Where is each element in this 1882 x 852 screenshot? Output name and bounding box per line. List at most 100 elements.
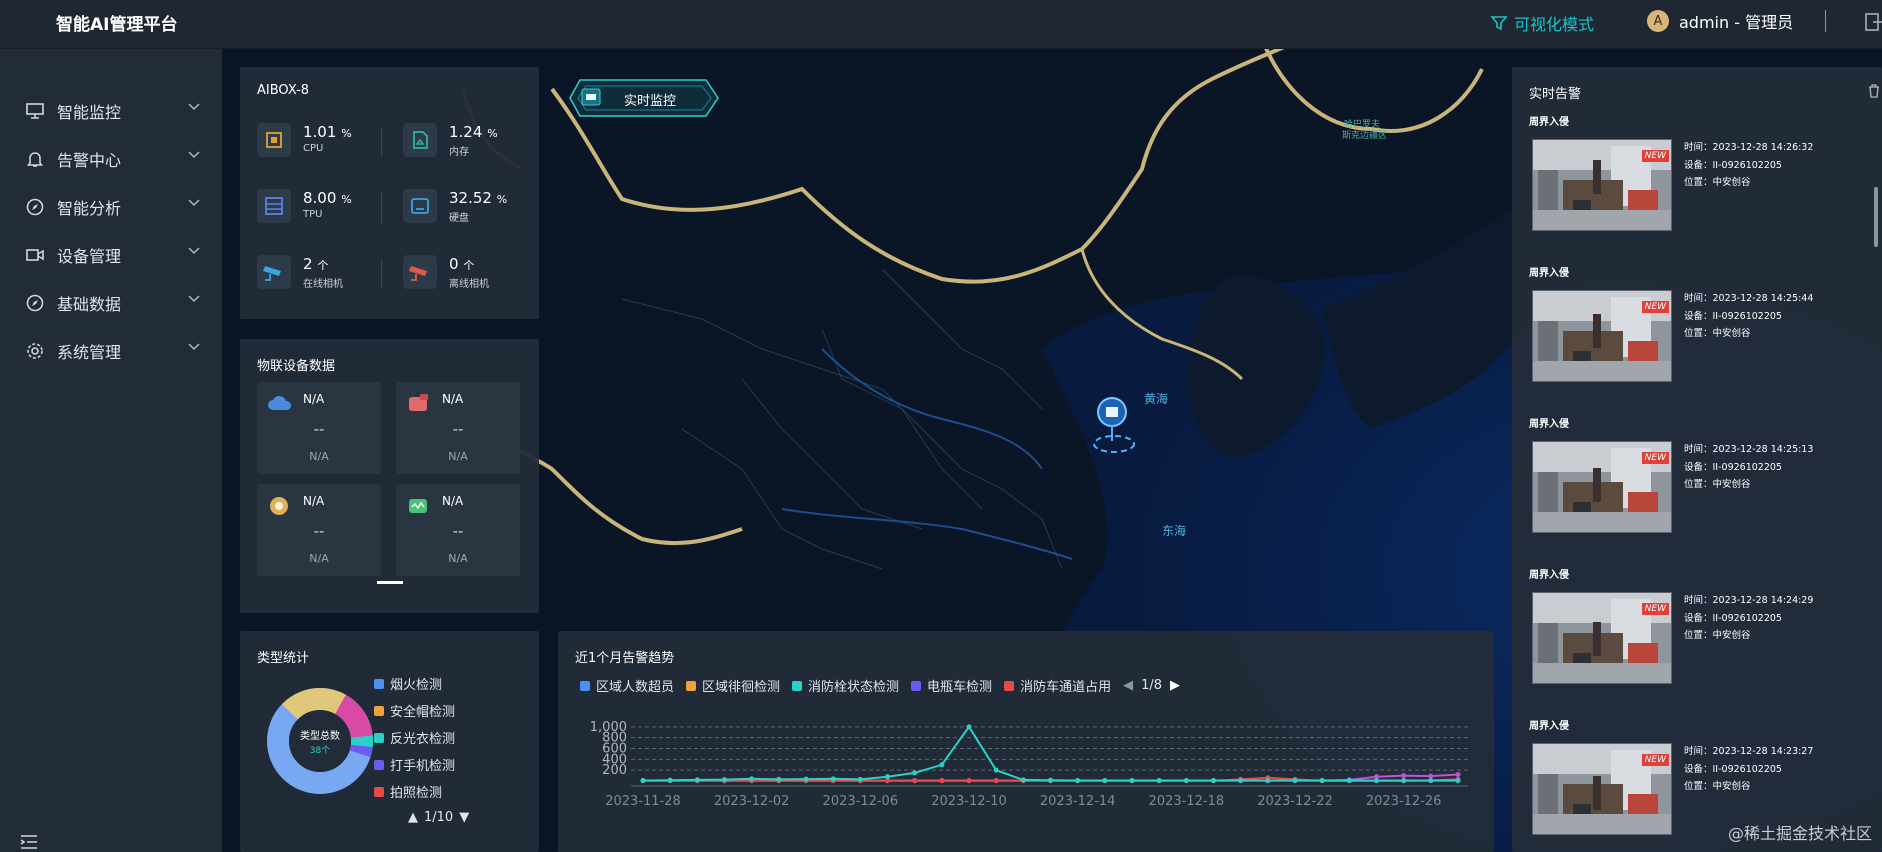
nav-item-alert-center[interactable]: 告警中心: [0, 135, 222, 183]
alert-time: 时间：2023-12-28 14:25:44: [1684, 293, 1814, 304]
type-stats-panel: 类型统计 类型总数 38个 烟火检测 安全帽检测 反光衣检测 打手机检测 拍照检…: [240, 631, 539, 852]
alert-meta: 时间：2023-12-28 14:25:44 设备：II-0926102205 位置…: [1684, 290, 1813, 343]
alert-location: 位置：中安创谷: [1684, 630, 1751, 641]
alert-time: 时间：2023-12-28 14:26:32: [1684, 142, 1814, 153]
panel-title: 近1个月告警趋势: [575, 651, 675, 666]
filter-icon: [1490, 16, 1508, 31]
camera-icon: [25, 245, 45, 265]
legend-item[interactable]: 烟火检测: [374, 670, 455, 697]
iot-card[interactable]: N/A -- N/A: [257, 484, 381, 576]
type-donut-chart[interactable]: 类型总数 38个: [265, 686, 375, 796]
user-menu[interactable]: A admin - 管理员: [1647, 9, 1793, 33]
nav-item-basic-data[interactable]: 基础数据: [0, 279, 222, 327]
disk-icon: [403, 189, 437, 223]
alert-meta: 时间：2023-12-28 14:26:32 设备：II-0926102205 位置…: [1684, 139, 1813, 192]
trash-icon[interactable]: [1868, 84, 1880, 98]
legend-item[interactable]: 消防车通道占用: [1004, 676, 1111, 695]
visual-mode-button[interactable]: 可视化模式: [1490, 11, 1594, 35]
legend-item[interactable]: 区域徘徊检测: [686, 676, 780, 695]
nav-label: 基础数据: [57, 295, 122, 314]
iot-card[interactable]: N/A -- N/A: [396, 382, 520, 474]
new-badge: NEW: [1641, 150, 1669, 162]
nav-label: 设备管理: [57, 247, 122, 266]
iot-card[interactable]: N/A -- N/A: [257, 382, 381, 474]
stat-disk: 32.52 % 硬盘: [403, 189, 507, 224]
data-point: [1129, 777, 1135, 783]
alert-snapshot[interactable]: NEW: [1532, 592, 1672, 684]
monitor-icon: [25, 101, 45, 121]
data-point: [1183, 777, 1189, 783]
y-tick-label: 1,000: [590, 720, 627, 735]
svg-text:斯克边疆区: 斯克边疆区: [1342, 129, 1387, 141]
data-point: [830, 776, 836, 782]
exit-icon[interactable]: [1865, 12, 1882, 32]
data-point: [1374, 777, 1379, 783]
x-tick-label: 2023-11-28: [605, 794, 681, 809]
stat-offline-cameras: 0 个离线相机: [403, 255, 489, 290]
legend-item[interactable]: 区域人数超员: [580, 676, 674, 695]
series-line: [642, 725, 1458, 782]
page-down-icon[interactable]: ▼: [459, 810, 469, 825]
panel-title: 实时告警: [1529, 87, 1582, 102]
data-point: [993, 767, 999, 773]
gauge-icon: [270, 497, 288, 515]
legend-item[interactable]: 安全帽检测: [374, 697, 455, 724]
east-sea-label: 东海: [1162, 523, 1186, 538]
iot-card[interactable]: N/A -- N/A: [396, 484, 520, 576]
alert-type: 周界入侵: [1529, 721, 1569, 732]
legend-item[interactable]: 打手机检测: [374, 751, 455, 778]
type-legend-pager: ▲ 1/10 ▼: [408, 810, 470, 825]
nav-label: 智能分析: [57, 199, 122, 218]
chevron-down-icon: [188, 343, 200, 351]
aibox-panel: AIBOX-8 1.01 % CPU 1.24 % 内存 8.00 % TPU 32.…: [240, 67, 539, 319]
data-point: [1020, 777, 1026, 783]
alert-location: 位置：中安创谷: [1684, 479, 1751, 490]
legend-item[interactable]: 反光衣检测: [374, 724, 455, 751]
alert-snapshot[interactable]: NEW: [1532, 441, 1672, 533]
page-up-icon[interactable]: ▲: [408, 810, 418, 825]
x-tick-label: 2023-12-02: [714, 794, 790, 809]
data-point: [912, 778, 918, 784]
bell-icon: [25, 149, 45, 169]
data-point: [1346, 777, 1352, 783]
nav-item-system-management[interactable]: 系统管理: [0, 327, 222, 375]
gear-icon: [25, 341, 45, 361]
panel-title: 物联设备数据: [257, 359, 336, 374]
data-point: [912, 770, 918, 776]
data-point: [1156, 777, 1162, 783]
data-point: [1455, 772, 1461, 777]
alert-snapshot[interactable]: NEW: [1532, 139, 1672, 231]
data-point: [640, 777, 646, 783]
trend-line-chart[interactable]: 2004006008001,0002023-11-28 2023-12-02 202…: [558, 706, 1494, 852]
sidebar-nav: 智能监控 告警中心 智能分析 设备管理 基础数据 系统管理: [0, 87, 222, 375]
collapse-menu-icon[interactable]: [20, 835, 38, 849]
alert-snapshot[interactable]: NEW: [1532, 743, 1672, 835]
prev-page-icon[interactable]: ◀: [1123, 678, 1133, 693]
alert-location: 位置：中安创谷: [1684, 328, 1751, 339]
watermark: @稀土掘金技术社区: [1727, 824, 1872, 843]
alert-snapshot[interactable]: NEW: [1532, 290, 1672, 382]
data-point: [1292, 777, 1298, 783]
data-point: [939, 778, 945, 784]
nav-label: 系统管理: [57, 343, 122, 362]
legend-item[interactable]: 消防栓状态检测: [792, 676, 899, 695]
alert-time: 时间：2023-12-28 14:23:27: [1684, 746, 1814, 757]
next-page-icon[interactable]: ▶: [1170, 678, 1180, 693]
alerts-scrollbar[interactable]: [1874, 187, 1878, 247]
alert-type: 周界入侵: [1529, 570, 1569, 581]
legend-item[interactable]: 电瓶车检测: [911, 676, 992, 695]
new-badge: NEW: [1641, 301, 1669, 313]
alert-device: 设备：II-0926102205: [1684, 159, 1782, 171]
live-monitor-button[interactable]: 实时监控: [568, 78, 720, 122]
nav-item-smart-analysis[interactable]: 智能分析: [0, 183, 222, 231]
alert-type: 周界入侵: [1529, 268, 1569, 279]
nav-item-device-management[interactable]: 设备管理: [0, 231, 222, 279]
trend-pager: ◀ 1/8 ▶: [1123, 678, 1180, 693]
nav-item-smart-monitoring[interactable]: 智能监控: [0, 87, 222, 135]
data-point: [776, 776, 782, 782]
carousel-indicator[interactable]: [377, 581, 403, 584]
data-point: [722, 777, 727, 783]
stat-tpu: 8.00 % TPU: [257, 189, 352, 223]
alert-device: 设备：II-0926102205: [1684, 763, 1782, 775]
legend-item[interactable]: 拍照检测: [374, 778, 455, 805]
